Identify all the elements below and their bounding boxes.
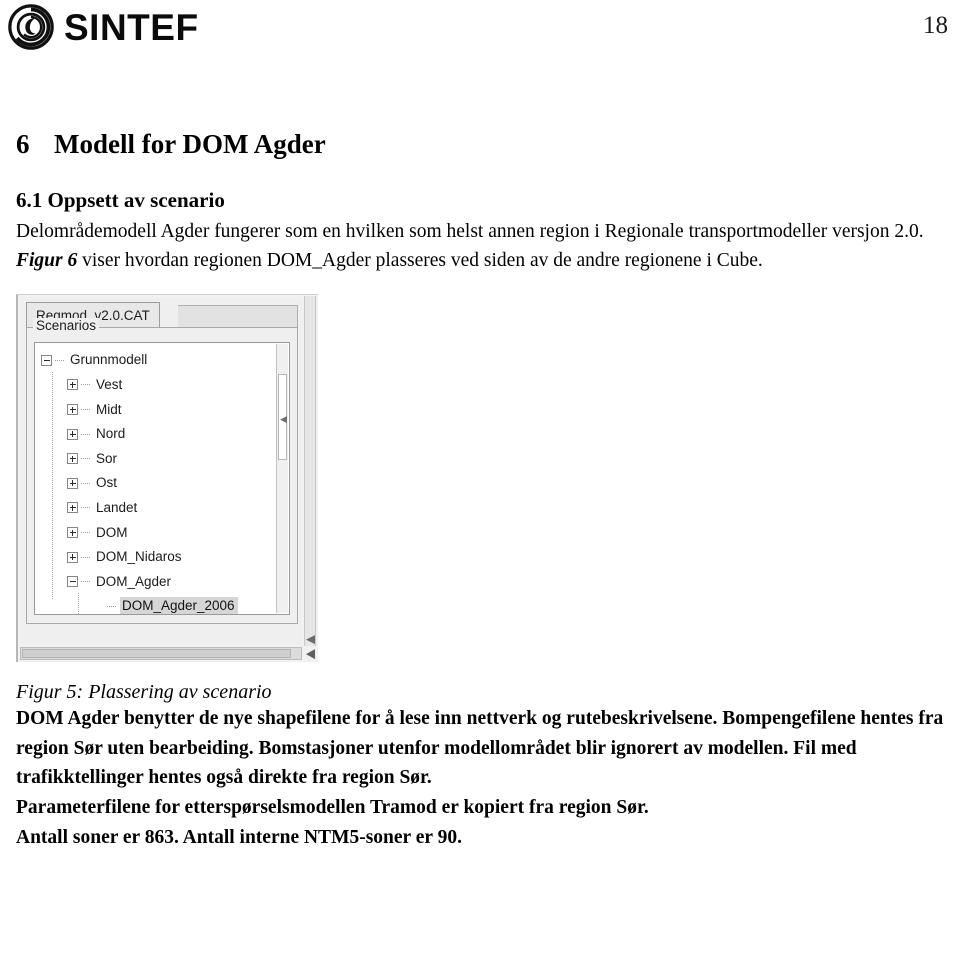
tree-node-landet[interactable]: Landet (41, 496, 275, 521)
section-number: 6 (16, 129, 30, 159)
tree-expand-plus-icon[interactable] (67, 428, 78, 440)
scenarios-tree-panel[interactable]: Grunnmodell Vest Midt Nord Sor Ost Landet DOM DO… (34, 342, 290, 616)
tree-connector-line (81, 507, 90, 509)
tree-node-vest[interactable]: Vest (41, 373, 275, 398)
body-paragraph-2: Parameterfilene for etterspørselsmodelle… (16, 796, 649, 818)
body-paragraph-3: Antall soner er 863. Antall interne NTM5… (16, 826, 462, 848)
tree-node-label[interactable]: Midt (94, 401, 125, 419)
sintef-wordmark: SINTEF (64, 6, 199, 48)
figure-caption: Figur 5: Plassering av scenario (16, 681, 272, 704)
page-title: 6 Modell for DOM Agder (16, 129, 952, 160)
tree-expand-plus-icon[interactable] (67, 453, 78, 465)
tree-connector-line (55, 359, 64, 361)
figure-reference: Figur 6 (16, 250, 78, 272)
tree-node-label[interactable]: DOM (94, 524, 131, 542)
section-title: Modell for DOM Agder (54, 129, 326, 159)
tree-node-dom_agder[interactable]: DOM_Agder (41, 569, 275, 594)
tree-connector-line (81, 409, 90, 411)
page-header: SINTEF 18 (0, 0, 960, 60)
tree-node-grunnmodell[interactable]: Grunnmodell (41, 348, 275, 373)
tree-node-dom[interactable]: DOM (41, 520, 275, 545)
tree-node-label[interactable]: Vest (94, 376, 125, 394)
tree-expand-plus-icon[interactable] (67, 527, 78, 539)
tree-node-label[interactable]: Landet (94, 499, 140, 517)
tree-connector-line (81, 482, 90, 484)
page-number: 18 (923, 12, 948, 39)
tree-node-label[interactable]: Nord (94, 425, 128, 443)
scenarios-groupbox: Scenarios Grunnmodell Vest Midt Nord Sor Ost L… (26, 318, 298, 625)
tree-node-dom_agder_2006[interactable]: DOM_Agder_2006 (41, 594, 275, 615)
tree-collapse-minus-icon[interactable] (67, 576, 78, 588)
intro-text-part1: Delområdemodell Agder fungerer som en hv… (16, 220, 924, 242)
tree-node-ost[interactable]: Ost (41, 471, 275, 496)
sintef-logo: SINTEF (8, 4, 199, 50)
tree-connector-line (81, 532, 90, 534)
application-window-screenshot: Regmod_v2.0.CAT Scenarios Grunnmodell Ves… (16, 294, 318, 663)
tree-connector-line (81, 581, 90, 583)
tree-node-label[interactable]: Sor (94, 450, 120, 468)
tree-connector-line (81, 433, 90, 435)
subsection-title: 6.1 Oppsett av scenario (16, 187, 225, 212)
tree-expand-plus-icon[interactable] (67, 551, 78, 563)
window-client-area: Regmod_v2.0.CAT Scenarios Grunnmodell Ves… (21, 298, 302, 645)
tree-node-label[interactable]: DOM_Agder_2006 (120, 597, 238, 615)
tree-vertical-scrollbar[interactable] (276, 344, 288, 614)
sintef-circular-logo-icon (8, 4, 54, 50)
window-vertical-scrollbar[interactable] (304, 296, 316, 647)
scenarios-groupbox-label: Scenarios (33, 318, 100, 334)
intro-paragraph: Delområdemodell Agder fungerer som en hv… (16, 217, 952, 276)
tree-expander-spacer (93, 601, 104, 612)
window-hscrollbar-thumb[interactable] (22, 649, 291, 659)
body-paragraph-1: DOM Agder benytter de nye shapefilene fo… (16, 708, 944, 789)
intro-text-part2: viser hvordan regionen DOM_Agder plasser… (77, 250, 763, 272)
figure-5: Regmod_v2.0.CAT Scenarios Grunnmodell Ves… (16, 294, 952, 704)
scenarios-tree[interactable]: Grunnmodell Vest Midt Nord Sor Ost Landet DOM DO… (41, 348, 275, 615)
tree-expand-plus-icon[interactable] (67, 379, 78, 391)
tree-connector-line (107, 605, 116, 607)
document-content: 6 Modell for DOM Agder 6.1 Oppsett av sce… (16, 129, 952, 852)
tree-node-dom_nidaros[interactable]: DOM_Nidaros (41, 545, 275, 570)
tab-strip-background (178, 305, 298, 329)
tree-expand-plus-icon[interactable] (67, 404, 78, 416)
tree-expand-plus-icon[interactable] (67, 502, 78, 514)
tree-node-label[interactable]: DOM_Agder (94, 573, 174, 591)
tree-collapse-minus-icon[interactable] (41, 354, 52, 366)
tree-node-nord[interactable]: Nord (41, 422, 275, 447)
tree-connector-line (81, 384, 90, 386)
tree-connector-line (81, 556, 90, 558)
tree-node-sor[interactable]: Sor (41, 446, 275, 471)
tree-node-label[interactable]: Grunnmodell (68, 351, 150, 369)
tree-node-midt[interactable]: Midt (41, 397, 275, 422)
tree-expand-plus-icon[interactable] (67, 477, 78, 489)
window-horizontal-scrollbar[interactable] (20, 647, 302, 661)
tree-connector-line (81, 458, 90, 460)
tree-node-label[interactable]: DOM_Nidaros (94, 548, 185, 566)
tree-node-label[interactable]: Ost (94, 474, 120, 492)
